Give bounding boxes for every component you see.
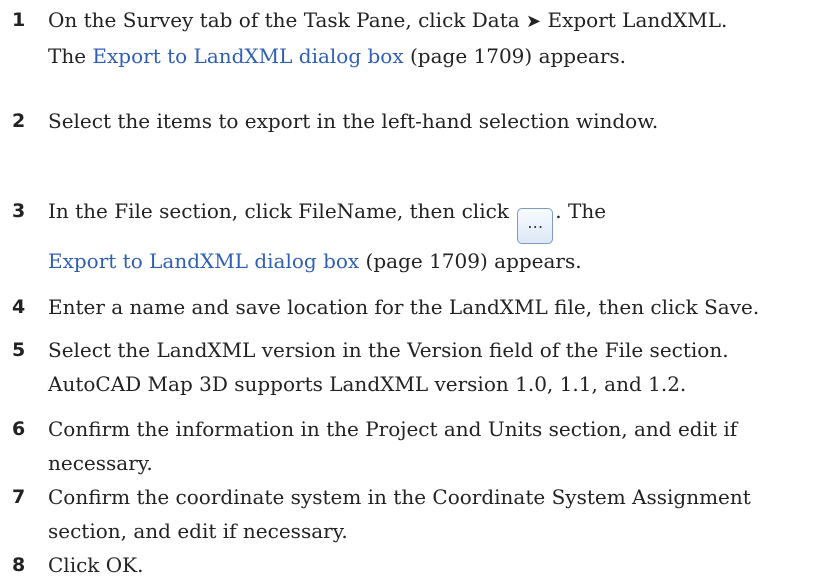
- ellipsis-button-icon: …: [517, 208, 554, 244]
- step-number: 3: [12, 200, 26, 222]
- step-text: Select the LandXML version in the Versio…: [48, 338, 729, 362]
- step-number: 6: [12, 418, 26, 440]
- procedure-steps: 1 On the Survey tab of the Task Pane, cl…: [0, 0, 832, 588]
- step-text: (page 1709) appears.: [359, 249, 582, 273]
- export-landxml-dialog-link[interactable]: Export to LandXML dialog box: [92, 44, 403, 68]
- step-text: On the Survey tab of the Task Pane, clic…: [48, 8, 527, 32]
- step-text: Confirm the coordinate system in the Coo…: [48, 485, 751, 509]
- step-text: Select the items to export in the left-h…: [48, 109, 659, 133]
- step-text: section, and edit if necessary.: [48, 519, 348, 543]
- step-number: 4: [12, 296, 26, 318]
- step-text: Enter a name and save location for the L…: [48, 295, 760, 319]
- step-text: . The: [555, 199, 607, 223]
- step-number: 2: [12, 110, 26, 132]
- step-text: Confirm the information in the Project a…: [48, 417, 738, 441]
- step-text: In the File section, click FileName, the…: [48, 199, 516, 223]
- step-number: 8: [12, 554, 26, 576]
- export-landxml-dialog-link[interactable]: Export to LandXML dialog box: [48, 249, 359, 273]
- step-number: 7: [12, 486, 26, 508]
- step-number: 1: [12, 9, 26, 31]
- step-text: necessary.: [48, 451, 153, 475]
- step-text: The: [48, 44, 93, 68]
- step-text: (page 1709) appears.: [403, 44, 627, 68]
- step-text: AutoCAD Map 3D supports LandXML version …: [48, 372, 687, 396]
- step-text: Click OK.: [48, 553, 144, 577]
- step-text: Export LandXML.: [541, 8, 728, 32]
- step-number: 5: [12, 339, 26, 361]
- arrow-right-icon: ➤: [526, 11, 542, 32]
